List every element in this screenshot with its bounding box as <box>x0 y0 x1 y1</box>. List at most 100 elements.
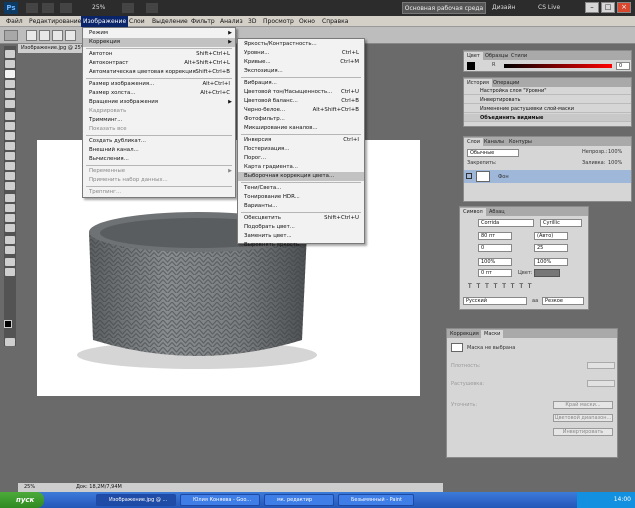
red-value[interactable]: 0 <box>616 62 630 70</box>
menu-item[interactable]: Подобрать цвет... <box>238 223 364 232</box>
eraser-tool-icon[interactable] <box>5 152 15 160</box>
design-workspace[interactable]: Дизайн <box>492 3 515 13</box>
menu-item[interactable]: Выровнять яркость <box>238 241 364 250</box>
view-extras-icon[interactable] <box>122 3 134 13</box>
task-paint[interactable]: Безымянный - Paint <box>338 494 414 506</box>
menu-item[interactable]: Размер изображения... Alt+Ctrl+I <box>83 80 235 89</box>
crop-tool-icon[interactable] <box>5 90 15 98</box>
menu-item[interactable]: Вибрация... <box>238 79 364 88</box>
intersect-selection-icon[interactable] <box>65 30 76 41</box>
menu-view[interactable]: Просмотр <box>261 16 296 27</box>
menu-layers[interactable]: Слои <box>127 16 147 27</box>
tracking-field[interactable]: 25 <box>534 244 568 252</box>
history-item[interactable]: Настройка слоя "Уровни" <box>464 87 631 95</box>
menu-window[interactable]: Окно <box>297 16 317 27</box>
opacity-value[interactable]: 100% <box>608 149 622 155</box>
antialias-select[interactable]: Резкое <box>542 297 584 305</box>
menu-item[interactable]: Коррекция ▶ <box>83 38 235 47</box>
feather-field[interactable] <box>587 380 615 387</box>
horizontal-scale-field[interactable]: 100% <box>534 258 568 266</box>
menu-item[interactable]: Размер холста... Alt+Ctrl+C <box>83 89 235 98</box>
menu-item[interactable]: Кривые... Ctrl+M <box>238 58 364 67</box>
tab-styles[interactable]: Стили <box>508 52 530 60</box>
menu-item[interactable]: Автоконтраст Alt+Shift+Ctrl+L <box>83 59 235 68</box>
add-selection-icon[interactable] <box>39 30 50 41</box>
menu-item[interactable]: Заменить цвет... <box>238 232 364 241</box>
font-size-field[interactable]: 80 пт <box>478 232 512 240</box>
menu-3d[interactable]: 3D <box>246 16 258 27</box>
cs-live[interactable]: CS Live <box>538 3 560 13</box>
tab-channels[interactable]: Каналы <box>481 138 507 146</box>
hand-tool-icon[interactable] <box>60 3 72 13</box>
vertical-scale-field[interactable]: 100% <box>478 258 512 266</box>
subtract-selection-icon[interactable] <box>52 30 63 41</box>
foreground-color-swatch[interactable] <box>4 320 12 328</box>
menu-filter[interactable]: Фильтр <box>189 16 217 27</box>
workspace-button[interactable]: Основная рабочая среда <box>402 2 486 14</box>
menu-file[interactable]: Файл <box>4 16 25 27</box>
tab-paths[interactable]: Контуры <box>506 138 535 146</box>
menu-item[interactable]: Автотон Shift+Ctrl+L <box>83 50 235 59</box>
menu-item[interactable]: Варианты... <box>238 202 364 211</box>
menu-item[interactable]: Фотофильтр... <box>238 115 364 124</box>
leading-field[interactable]: (Авто) <box>534 232 568 240</box>
invert-button[interactable]: Инвертировать <box>553 428 613 436</box>
fill-value[interactable]: 100% <box>608 160 622 166</box>
menu-item[interactable]: Режим ▶ <box>83 29 235 38</box>
color-range-button[interactable]: Цветовой диапазон... <box>553 414 613 422</box>
menu-item[interactable]: Микширование каналов... <box>238 124 364 133</box>
menu-item[interactable]: Создать дубликат... <box>83 137 235 146</box>
status-zoom[interactable]: 25% <box>24 483 35 492</box>
healing-tool-icon[interactable] <box>5 112 15 120</box>
menu-item[interactable]: Вычисления... <box>83 155 235 164</box>
text-style-buttons[interactable]: TTTTTTTT <box>468 283 583 291</box>
blur-tool-icon[interactable] <box>5 172 15 180</box>
lasso-tool-preset-icon[interactable] <box>4 30 18 41</box>
blend-mode-select[interactable]: Обычные <box>467 149 519 157</box>
minimize-button[interactable]: – <box>585 2 599 13</box>
3d-rotate-tool-icon[interactable] <box>5 236 15 244</box>
tab-paragraph[interactable]: Абзац <box>486 208 508 216</box>
menu-item[interactable]: Цветовой баланс... Ctrl+B <box>238 97 364 106</box>
task-browser[interactable]: Юлия Коняева - Goo... <box>180 494 260 506</box>
menu-item[interactable]: Яркость/Контрастность... <box>238 40 364 49</box>
menu-item[interactable]: Треппинг... <box>83 188 235 197</box>
mask-edge-button[interactable]: Край маски... <box>553 401 613 409</box>
stamp-tool-icon[interactable] <box>5 132 15 140</box>
menu-item[interactable]: Инверсия Ctrl+I <box>238 136 364 145</box>
menu-item[interactable]: Постеризация... <box>238 145 364 154</box>
menu-item[interactable]: Тени/Света... <box>238 184 364 193</box>
menu-item[interactable]: Тримминг... <box>83 116 235 125</box>
dodge-tool-icon[interactable] <box>5 182 15 190</box>
menu-item[interactable]: Применить набор данных... <box>83 176 235 185</box>
3d-orbit-tool-icon[interactable] <box>5 246 15 254</box>
start-button[interactable]: пуск <box>0 492 44 508</box>
red-slider[interactable] <box>504 64 612 68</box>
shape-tool-icon[interactable] <box>5 224 15 232</box>
lasso-tool-icon[interactable] <box>5 70 15 78</box>
menu-item[interactable]: Выборочная коррекция цвета... <box>238 172 364 181</box>
menu-item[interactable]: Вращение изображения ▶ <box>83 98 235 107</box>
pen-tool-icon[interactable] <box>5 194 15 202</box>
menu-analysis[interactable]: Анализ <box>218 16 245 27</box>
menu-item[interactable]: Цветовой тон/Насыщенность... Ctrl+U <box>238 88 364 97</box>
menu-edit[interactable]: Редактирование <box>27 16 83 27</box>
menu-item[interactable]: Тонирование HDR... <box>238 193 364 202</box>
menu-item[interactable]: Карта градиента... <box>238 163 364 172</box>
zoom-level[interactable]: 25% <box>92 3 105 13</box>
history-item-current[interactable]: Объединить видимые <box>464 114 631 122</box>
quick-select-tool-icon[interactable] <box>5 80 15 88</box>
tab-character[interactable]: Символ <box>460 208 486 216</box>
menu-image[interactable]: Изображение <box>81 16 129 27</box>
layer-row[interactable]: Фон <box>464 170 631 183</box>
menu-item[interactable]: Автоматическая цветовая коррекция Shift+C… <box>83 68 235 77</box>
language-select[interactable]: Русский <box>463 297 527 305</box>
menu-item[interactable]: Внешний канал... <box>83 146 235 155</box>
tab-adjustments[interactable]: Коррекция <box>447 330 482 338</box>
history-item[interactable]: Изменение растушевки слой-маски <box>464 105 631 113</box>
tab-swatches[interactable]: Образцы <box>482 52 511 60</box>
tab-masks[interactable]: Маски <box>481 330 504 338</box>
task-photoshop[interactable]: Изображение.jpg @ ... <box>96 494 176 506</box>
tab-history[interactable]: История <box>464 79 492 87</box>
new-selection-icon[interactable] <box>26 30 37 41</box>
